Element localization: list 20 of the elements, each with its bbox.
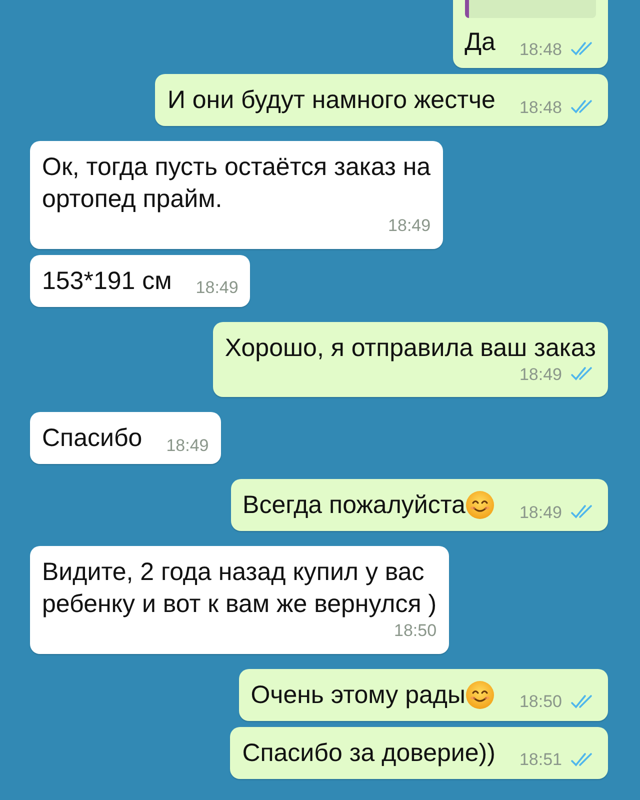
message-time: 18:49 — [519, 502, 562, 524]
message-text: Всегда пожалуйста — [242, 490, 466, 521]
message-text: Видите, 2 года назад купил у вас ребенку и вот к вам же вернулся ) — [42, 557, 437, 620]
message-time: 18:49 — [519, 364, 562, 386]
message-text: 153*191 см — [42, 266, 172, 296]
message-time: 18:49 — [388, 215, 431, 237]
message-time: 18:50 — [394, 620, 437, 642]
message-time: 18:48 — [519, 96, 562, 118]
message-text: Очень этому рады — [250, 680, 466, 710]
message-time: 18:49 — [196, 277, 238, 299]
message-time: 18:49 — [166, 434, 209, 456]
message-text: Хорошо, я отправила ваш заказ — [224, 332, 596, 364]
message-text: Да — [464, 27, 496, 58]
message-text: Ок, тогда пусть остаётся заказ на ортопед прайм. — [42, 152, 431, 215]
message-text: И они будут намного жестче — [167, 85, 496, 116]
message-time: 18:50 — [519, 691, 562, 713]
message-time: 18:48 — [519, 38, 562, 60]
message-time: 18:51 — [519, 749, 562, 771]
message-text: Спасибо — [42, 423, 142, 454]
message-text: Спасибо за доверие)) — [242, 738, 496, 768]
